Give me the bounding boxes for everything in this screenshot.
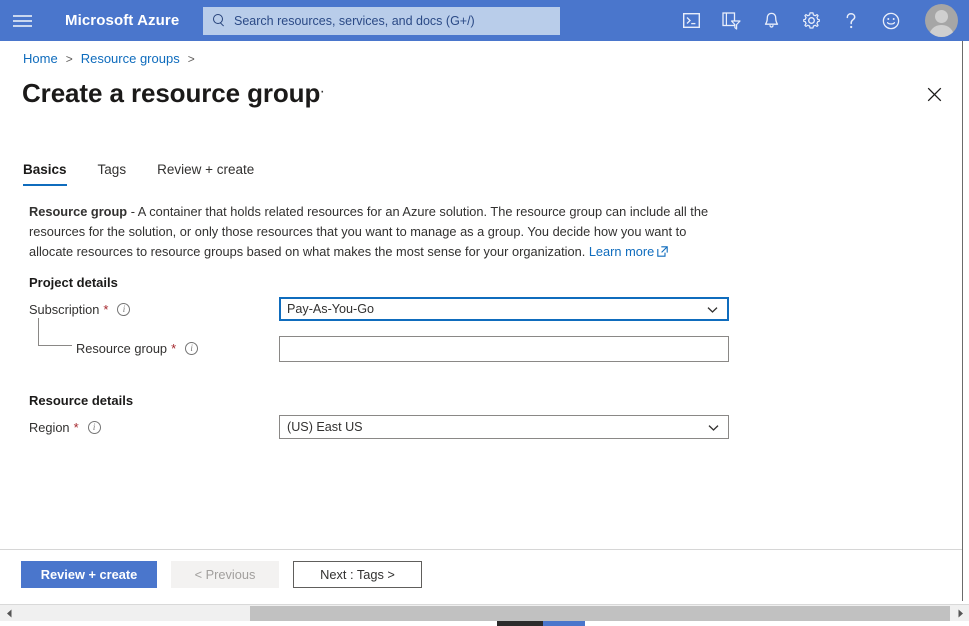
feedback-smiley-icon[interactable] (871, 0, 911, 41)
header-icon-group (671, 0, 911, 41)
subscription-required-asterisk: * (103, 302, 108, 317)
region-required-asterisk: * (74, 420, 79, 435)
taskbar-item-dark (497, 621, 543, 626)
global-search-box[interactable]: Search resources, services, and docs (G+… (203, 7, 560, 35)
resource-group-required-asterisk: * (171, 341, 176, 356)
settings-gear-icon[interactable] (791, 0, 831, 41)
notifications-bell-icon[interactable] (751, 0, 791, 41)
right-gutter (963, 41, 969, 601)
resource-group-label-text: Resource group (76, 341, 167, 356)
subscription-dropdown[interactable]: Pay-As-You-Go (279, 297, 729, 321)
avatar-body (929, 25, 954, 37)
section-title-resource-details: Resource details (29, 393, 133, 408)
scrollbar-thumb[interactable] (250, 606, 950, 621)
info-icon[interactable]: i (88, 421, 101, 434)
wizard-tabs: Basics Tags Review + create (23, 160, 285, 186)
review-create-button[interactable]: Review + create (21, 561, 157, 588)
tab-tags[interactable]: Tags (98, 160, 127, 186)
resource-group-input[interactable] (279, 336, 729, 362)
next-tags-button[interactable]: Next : Tags > (293, 561, 422, 588)
close-icon[interactable] (921, 81, 947, 107)
horizontal-scrollbar[interactable] (0, 604, 969, 621)
field-label-resource-group: Resource group * i (76, 341, 198, 356)
breadcrumb-separator-trailing: > (188, 52, 195, 66)
global-header: Microsoft Azure Search resources, servic… (0, 0, 969, 41)
scroll-left-arrow-icon[interactable] (2, 605, 16, 621)
azure-brand-logo[interactable]: Microsoft Azure (65, 12, 179, 29)
more-options-ellipsis-button[interactable]: ··· (307, 85, 326, 99)
info-icon[interactable]: i (185, 342, 198, 355)
breadcrumb-item-resource-groups[interactable]: Resource groups (81, 51, 180, 66)
subscription-selected-value: Pay-As-You-Go (287, 302, 706, 316)
breadcrumb-item-home[interactable]: Home (23, 51, 58, 66)
blade-right-border (962, 41, 963, 601)
region-selected-value: (US) East US (287, 420, 707, 434)
previous-button: < Previous (171, 561, 279, 588)
cloud-shell-icon[interactable] (671, 0, 711, 41)
info-icon[interactable]: i (117, 303, 130, 316)
search-icon (212, 14, 226, 28)
tab-review-create[interactable]: Review + create (157, 160, 254, 186)
user-avatar[interactable] (925, 4, 958, 37)
field-label-subscription: Subscription * i (29, 302, 130, 317)
region-dropdown[interactable]: (US) East US (279, 415, 729, 439)
taskbar-strip (0, 621, 969, 626)
section-title-project-details: Project details (29, 275, 118, 290)
resource-group-tree-connector (38, 318, 72, 346)
external-link-icon[interactable] (657, 246, 668, 257)
chevron-down-icon (706, 303, 719, 316)
directory-subscription-filter-icon[interactable] (711, 0, 751, 41)
tab-basics[interactable]: Basics (23, 160, 67, 186)
taskbar-item-blue (543, 621, 585, 626)
page-title: Create a resource group (22, 78, 320, 109)
wizard-footer: Review + create < Previous Next : Tags > (0, 550, 962, 599)
avatar-head (935, 10, 948, 23)
description-lead: Resource group (29, 204, 127, 219)
azure-portal-window: Microsoft Azure Search resources, servic… (0, 0, 969, 626)
help-question-icon[interactable] (831, 0, 871, 41)
region-label-text: Region (29, 420, 70, 435)
subscription-label-text: Subscription (29, 302, 99, 317)
field-label-region: Region * i (29, 420, 101, 435)
learn-more-link[interactable]: Learn more (589, 244, 654, 259)
scroll-right-arrow-icon[interactable] (953, 605, 967, 621)
hamburger-menu-icon[interactable] (0, 0, 44, 41)
search-input-placeholder[interactable]: Search resources, services, and docs (G+… (234, 14, 475, 28)
blade-description: Resource group - A container that holds … (29, 202, 719, 262)
breadcrumb: Home > Resource groups > (23, 51, 203, 66)
chevron-down-icon (707, 421, 720, 434)
breadcrumb-separator: > (66, 52, 73, 66)
